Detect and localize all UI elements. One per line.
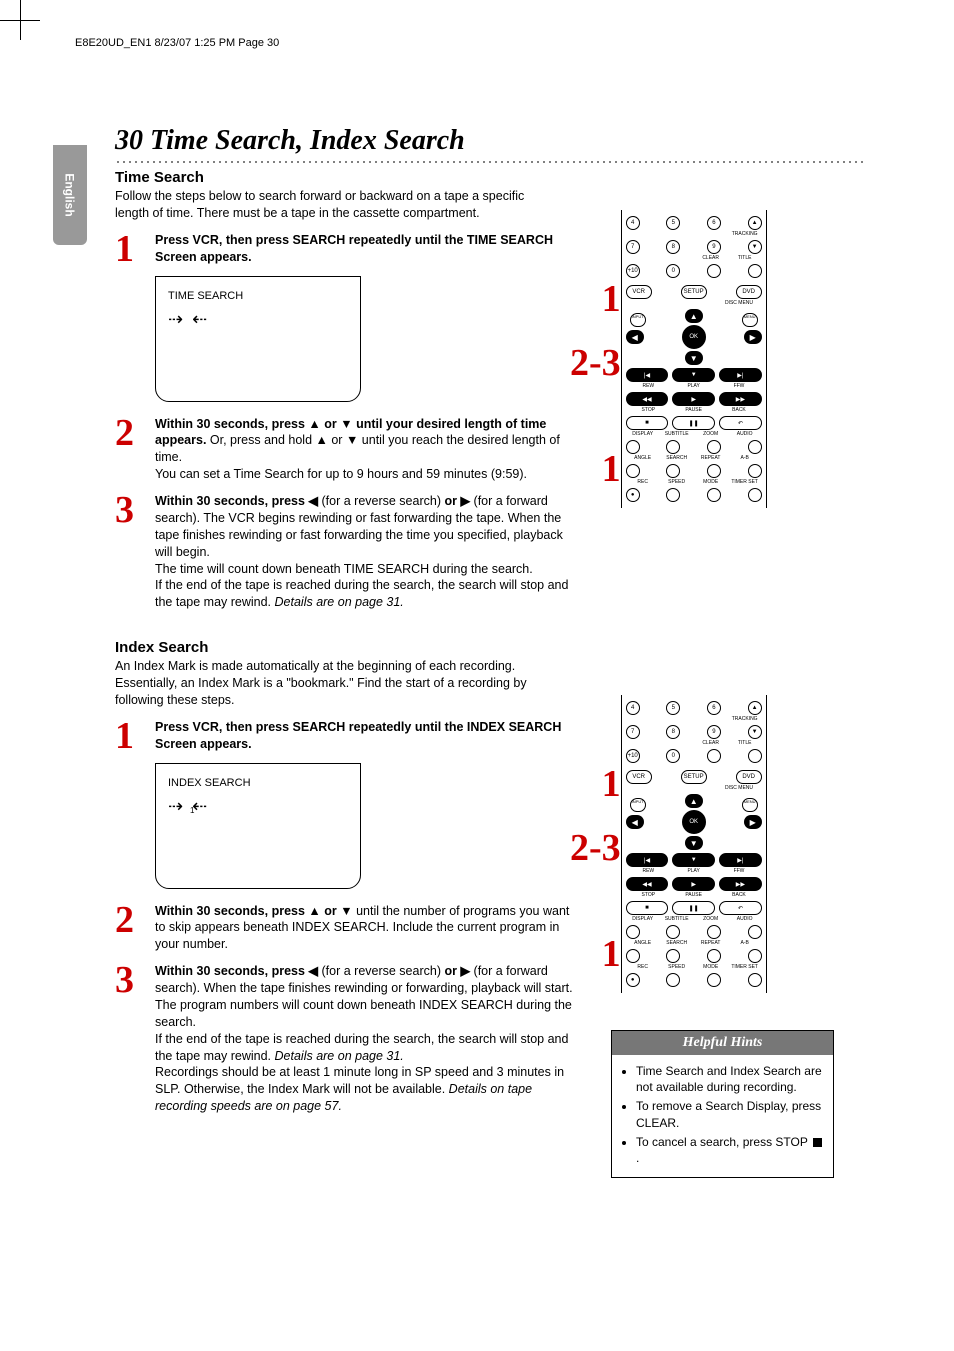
btn-6[interactable]: 6 [707, 216, 721, 230]
marker-1-bottom-2: 1 [602, 937, 621, 971]
ts-step3-b: (for a reverse search) [318, 494, 444, 508]
btn-rew[interactable]: ◀◀ [626, 392, 669, 406]
btn-menu[interactable]: MENU [742, 313, 758, 327]
btn-vcr[interactable]: VCR [626, 285, 652, 299]
ts-step1-text: Press VCR, then press SEARCH repeatedly … [155, 233, 553, 264]
dpad-left[interactable]: ◀ [626, 330, 644, 344]
btn-ffw[interactable]: ▶▶ [719, 392, 762, 406]
ts-step3-c: or ▶ [444, 494, 470, 508]
helpful-hints-box: Helpful Hints Time Search and Index Sear… [611, 1030, 834, 1178]
btn-repeat-ab[interactable] [748, 464, 762, 478]
hints-title: Helpful Hints [612, 1031, 833, 1055]
ts-step3-a: Within 30 seconds, press ◀ [155, 494, 318, 508]
stop-icon [813, 1138, 822, 1147]
is-step3-a: Within 30 seconds, press ◀ [155, 964, 318, 978]
dpad-right[interactable]: ▶ [744, 330, 762, 344]
btn-plus10[interactable]: +10 [626, 264, 640, 278]
is-step2-a: Within 30 seconds, press ▲ or ▼ [155, 904, 353, 918]
btn-back[interactable]: ↶ [719, 416, 762, 430]
btn-mode[interactable] [707, 488, 721, 502]
is-step-number-3: 3 [115, 963, 155, 1115]
marker-23: 2-3 [570, 346, 621, 380]
ts-step3-e: The time will count down beneath TIME SE… [155, 562, 533, 576]
marker-1-bottom: 1 [602, 452, 621, 486]
btn-down2[interactable]: ▼ [672, 368, 715, 382]
btn-play[interactable]: ▶ [672, 392, 715, 406]
btn-angle[interactable] [626, 464, 640, 478]
btn-7[interactable]: 7 [626, 240, 640, 254]
btn-9[interactable]: 9 [707, 240, 721, 254]
btn-zoom[interactable] [707, 440, 721, 454]
divider-dots [115, 159, 865, 163]
is-step-number-1: 1 [115, 719, 155, 893]
btn-pause[interactable]: ❚❚ [672, 416, 715, 430]
btn-rec[interactable]: ● [626, 488, 640, 502]
btn-prev[interactable]: |◀ [626, 368, 669, 382]
btn-8[interactable]: 8 [666, 240, 680, 254]
dpad-up[interactable]: ▲ [685, 309, 703, 323]
ts-step3-g: Details are on page 31. [275, 595, 404, 609]
hint-3: To cancel a search, press STOP . [636, 1134, 823, 1166]
btn-next[interactable]: ▶| [719, 368, 762, 382]
btn-timerset[interactable] [748, 488, 762, 502]
marker-1-top: 1 [602, 282, 621, 316]
is-step3-f: Details are on page 31. [275, 1049, 404, 1063]
btn-ok[interactable]: OK [682, 325, 706, 349]
btn-dvd[interactable]: DVD [736, 285, 762, 299]
print-header: E8E20UD_EN1 8/23/07 1:25 PM Page 30 [75, 37, 279, 49]
btn-search[interactable] [666, 464, 680, 478]
btn-audio[interactable] [748, 440, 762, 454]
btn-0[interactable]: 0 [666, 264, 680, 278]
btn-tracking-down[interactable]: ▼ [748, 240, 762, 254]
remote-body-2: 4 5 6 ▲ TRACKING 7 8 9 ▼ CLEARTITLE +10 … [621, 695, 767, 993]
arrows-icon-2: ⇢ ⇠ [168, 794, 348, 818]
index-search-intro: An Index Mark is made automatically at t… [115, 658, 555, 709]
time-search-title: Time Search [115, 169, 885, 186]
dpad-down[interactable]: ▼ [685, 351, 703, 365]
page-title: 30 Time Search, Index Search [115, 125, 885, 157]
arrows-icon: ⇢ ⇠ [168, 307, 348, 331]
index-search-screen: INDEX SEARCH ⇢ ⇠ 1 [155, 763, 361, 889]
btn-4[interactable]: 4 [626, 216, 640, 230]
btn-subtitle[interactable] [666, 440, 680, 454]
time-search-intro: Follow the steps below to search forward… [115, 188, 555, 222]
dpad[interactable]: INPUT MENU ▲ ▼ ◀ ▶ OK [626, 309, 762, 365]
btn-clear[interactable] [707, 264, 721, 278]
hint-2: To remove a Search Display, press CLEAR. [636, 1098, 823, 1130]
btn-tracking-up[interactable]: ▲ [748, 216, 762, 230]
btn-speed[interactable] [666, 488, 680, 502]
index-search-title: Index Search [115, 639, 885, 656]
remote-body-1: 4 5 6 ▲ TRACKING 7 8 9 ▼ CLEARTITLE +10 … [621, 210, 767, 508]
btn-setup[interactable]: SETUP [681, 285, 707, 299]
btn-repeat[interactable] [707, 464, 721, 478]
btn-title[interactable] [748, 264, 762, 278]
step-number-3: 3 [115, 493, 155, 611]
is-step1-text: Press VCR, then press SEARCH repeatedly … [155, 720, 561, 751]
btn-5[interactable]: 5 [666, 216, 680, 230]
marker-23-2: 2-3 [570, 831, 621, 865]
ts-step2-c: You can set a Time Search for up to 9 ho… [155, 467, 527, 481]
btn-input[interactable]: INPUT [630, 313, 646, 327]
btn-stop[interactable]: ■ [626, 416, 669, 430]
ts-step2-rest: Or, press and hold ▲ or ▼ until you reac… [155, 433, 560, 464]
marker-1-top-2: 1 [602, 767, 621, 801]
time-search-screen: TIME SEARCH ⇢ ⇠ [155, 276, 361, 402]
is-step-number-2: 2 [115, 903, 155, 954]
language-tab: English [53, 145, 87, 245]
btn-display[interactable] [626, 440, 640, 454]
step-number-2: 2 [115, 416, 155, 484]
remote-diagram-1: 1 2-3 1 4 5 6 ▲ TRACKING 7 8 9 ▼ CLEARTI… [570, 210, 767, 508]
is-step3-c: or ▶ [444, 964, 470, 978]
remote-diagram-2: 1 2-3 1 4 5 6 ▲ TRACKING 7 8 9 ▼ CLEARTI… [570, 695, 767, 993]
is-step3-b: (for a reverse search) [318, 964, 444, 978]
hint-1: Time Search and Index Search are not ava… [636, 1063, 823, 1095]
step-number-1: 1 [115, 232, 155, 406]
